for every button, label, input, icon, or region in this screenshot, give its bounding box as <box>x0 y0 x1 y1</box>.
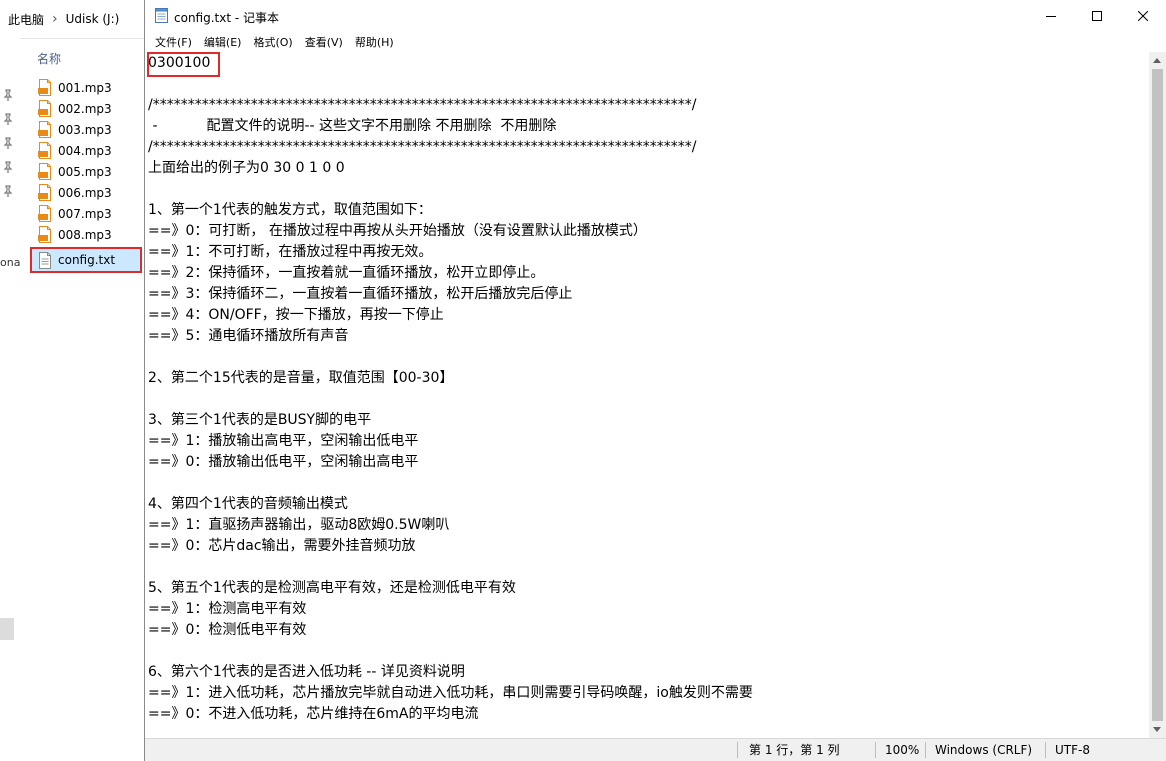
file-name: 002.mp3 <box>58 101 112 116</box>
menu-help[interactable]: 帮助(H) <box>349 34 400 50</box>
menu-edit[interactable]: 编辑(E) <box>198 34 248 50</box>
navigation-pane: ona <box>0 38 20 761</box>
close-button[interactable] <box>1120 0 1166 32</box>
window-title: config.txt - 记事本 <box>174 11 280 25</box>
text-file-icon <box>39 251 51 269</box>
file-item[interactable]: 005.mp3 <box>30 161 142 182</box>
status-line-ending: Windows (CRLF) <box>935 743 1033 757</box>
text-line: ==》1：检测高电平有效 <box>148 601 307 617</box>
config-value-line: 0300100 <box>148 55 211 71</box>
text-line: /***************************************… <box>148 97 697 113</box>
status-divider <box>737 742 738 758</box>
menu-format[interactable]: 格式(O) <box>247 34 298 50</box>
mp3-file-icon <box>38 226 51 243</box>
column-header-name[interactable]: 名称 <box>37 50 61 67</box>
mp3-file-icon <box>38 142 51 159</box>
file-item[interactable]: 004.mp3 <box>30 140 142 161</box>
pin-icon[interactable] <box>3 185 13 197</box>
text-line: /***************************************… <box>148 139 697 155</box>
status-encoding: UTF-8 <box>1055 743 1090 757</box>
pin-icon[interactable] <box>3 89 13 101</box>
text-line: ==》0：芯片dac输出，需要外挂音频功放 <box>148 538 416 554</box>
scroll-down-icon[interactable] <box>1153 727 1161 732</box>
scrollbar-thumb[interactable] <box>1152 69 1163 721</box>
file-item-selected[interactable]: config.txt <box>30 247 142 273</box>
text-line: 4、第四个1代表的音频输出模式 <box>148 496 348 512</box>
maximize-icon <box>1092 11 1102 21</box>
pin-icon[interactable] <box>3 161 13 173</box>
text-line: ==》1：直驱扬声器输出，驱动8欧姆0.5W喇叭 <box>148 517 450 533</box>
file-item[interactable]: 006.mp3 <box>30 182 142 203</box>
minimize-button[interactable] <box>1028 0 1074 32</box>
status-divider <box>925 742 926 758</box>
mp3-file-icon <box>38 100 51 117</box>
text-line: ==》0：检测低电平有效 <box>148 622 307 638</box>
text-line: 6、第六个1代表的是否进入低功耗 -- 详见资料说明 <box>148 664 465 680</box>
file-item[interactable]: 002.mp3 <box>30 98 142 119</box>
breadcrumb: 此电脑 › Udisk (J:) <box>0 0 145 39</box>
file-item[interactable]: 008.mp3 <box>30 224 142 245</box>
text-line: 2、第二个15代表的是音量，取值范围【00-30】 <box>148 370 454 386</box>
text-line: ==》5：通电循环播放所有声音 <box>148 328 349 344</box>
file-name: 008.mp3 <box>58 227 112 242</box>
scroll-up-icon[interactable] <box>1153 58 1161 63</box>
breadcrumb-chevron-icon: › <box>52 11 58 27</box>
maximize-button[interactable] <box>1074 0 1120 32</box>
mp3-file-icon <box>38 79 51 96</box>
text-line: 1、第一个1代表的触发方式，取值范围如下： <box>148 202 432 218</box>
text-line: ==》2：保持循环，一直按着就一直循环播放，松开立即停止。 <box>148 265 545 281</box>
mp3-file-icon <box>38 163 51 180</box>
notepad-window: config.txt - 记事本 文件(F) 编辑(E) 格式(O) 查看(V)… <box>144 0 1166 761</box>
breadcrumb-this-pc[interactable]: 此电脑 <box>0 11 44 28</box>
file-list: 001.mp3 002.mp3 003.mp3 004.mp3 005.mp3 006.m… <box>30 77 142 273</box>
mp3-file-icon <box>38 184 51 201</box>
file-item[interactable]: 003.mp3 <box>30 119 142 140</box>
file-name: 004.mp3 <box>58 143 112 158</box>
text-line: ==》0：播放输出低电平，空闲输出高电平 <box>148 454 419 470</box>
file-name: 005.mp3 <box>58 164 112 179</box>
status-divider <box>1045 742 1046 758</box>
breadcrumb-udisk[interactable]: Udisk (J:) <box>66 12 120 26</box>
file-explorer-window: 此电脑 › Udisk (J:) ona 名称 001.mp3 002.mp3 00… <box>0 0 145 761</box>
file-name: 006.mp3 <box>58 185 112 200</box>
close-icon <box>1138 11 1148 21</box>
nav-scrollbar-thumb[interactable] <box>0 618 14 640</box>
text-line: 上面给出的例子为0 30 0 1 0 0 <box>148 160 345 176</box>
file-name: config.txt <box>58 253 116 267</box>
status-divider <box>875 742 876 758</box>
menu-bar: 文件(F) 编辑(E) 格式(O) 查看(V) 帮助(H) <box>145 32 1166 52</box>
text-line: ==》1：进入低功耗，芯片播放完毕就自动进入低功耗，串口则需要引导码唤醒，io触… <box>148 685 753 701</box>
file-item[interactable]: 001.mp3 <box>30 77 142 98</box>
minimize-icon <box>1046 16 1056 17</box>
text-line: ==》0：可打断， 在播放过程中再按从头开始播放（没有设置默认此播放模式） <box>148 223 647 239</box>
text-line: - 配置文件的说明-- 这些文字不用删除 不用删除 不用删除 <box>148 118 557 134</box>
menu-view[interactable]: 查看(V) <box>299 34 349 50</box>
status-zoom: 100% <box>885 743 920 757</box>
notepad-icon <box>155 8 168 23</box>
text-line: 5、第五个1代表的是检测高电平有效，还是检测低电平有效 <box>148 580 516 596</box>
file-name: 007.mp3 <box>58 206 112 221</box>
text-line: ==》4：ON/OFF，按一下播放，再按一下停止 <box>148 307 444 323</box>
status-bar: 第 1 行，第 1 列 100% Windows (CRLF) UTF-8 <box>145 738 1166 761</box>
menu-file[interactable]: 文件(F) <box>149 34 198 50</box>
pin-icon[interactable] <box>3 137 13 149</box>
vertical-scrollbar[interactable] <box>1149 52 1166 738</box>
mp3-file-icon <box>38 121 51 138</box>
nav-item-fragment[interactable]: ona <box>0 256 20 269</box>
mp3-file-icon <box>38 205 51 222</box>
text-line: ==》1：不可打断，在播放过程中再按无效。 <box>148 244 433 260</box>
title-bar[interactable]: config.txt - 记事本 <box>145 0 1166 32</box>
file-name: 001.mp3 <box>58 80 112 95</box>
status-cursor-position: 第 1 行，第 1 列 <box>749 743 840 757</box>
file-item[interactable]: 007.mp3 <box>30 203 142 224</box>
file-name: 003.mp3 <box>58 122 112 137</box>
pin-icon[interactable] <box>3 113 13 125</box>
text-editor[interactable]: 0300100 /********************************… <box>145 52 1149 738</box>
text-line: ==》3：保持循环二，一直按着一直循环播放，松开后播放完后停止 <box>148 286 573 302</box>
text-line: 3、第三个1代表的是BUSY脚的电平 <box>148 412 372 428</box>
text-line: ==》0：不进入低功耗，芯片维持在6mA的平均电流 <box>148 706 479 722</box>
text-line: ==》1：播放输出高电平，空闲输出低电平 <box>148 433 419 449</box>
